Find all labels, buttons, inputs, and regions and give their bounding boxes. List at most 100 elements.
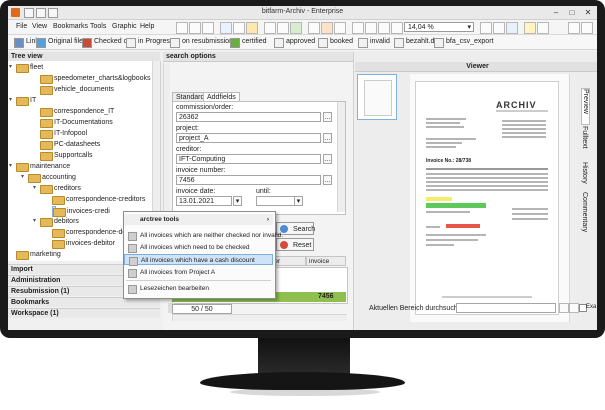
scan-icon[interactable] [290, 22, 302, 34]
filter-4[interactable]: on resubmission [170, 37, 233, 48]
reset-icon [280, 241, 288, 249]
filter-6[interactable]: approved [274, 37, 315, 48]
folder-icon [40, 119, 53, 128]
hand-tool-icon[interactable] [233, 22, 245, 34]
help-icon[interactable] [581, 22, 593, 34]
filter-8[interactable]: invalid [358, 37, 390, 48]
search-left-scrollbar[interactable] [163, 63, 170, 213]
user-icon[interactable] [568, 22, 580, 34]
reset-button-label: Reset [293, 242, 312, 249]
context-item-cash-discount[interactable]: All invoices which have a cash discount [124, 254, 273, 266]
addfields-scrollbar[interactable] [337, 102, 345, 212]
filter-checkbox-icon [318, 38, 328, 48]
mail-icon[interactable] [321, 22, 333, 34]
export-icon[interactable] [334, 22, 346, 34]
menu-view[interactable]: View [32, 23, 47, 30]
thumbnail-icon[interactable] [506, 22, 518, 34]
filter-7[interactable]: booked [318, 37, 353, 48]
viewer-search-prev-icon[interactable] [559, 303, 569, 313]
page-prev-icon[interactable] [480, 22, 492, 34]
tab-history[interactable]: History [581, 162, 588, 190]
menu-bookmarks[interactable]: Bookmarks [53, 23, 88, 30]
rotate-right-icon[interactable] [277, 22, 289, 34]
page-next-icon[interactable] [493, 22, 505, 34]
viewer-search-input[interactable] [456, 303, 556, 313]
zoom-out-icon[interactable] [352, 22, 364, 34]
context-item-unchecked[interactable]: All invoices which are neither checked n… [124, 230, 283, 241]
viewer-scrollbar[interactable] [569, 74, 577, 322]
filter-3[interactable]: in Progress [126, 37, 173, 48]
filter-label: bfa_csv_export [446, 38, 494, 45]
nav-first-icon[interactable] [176, 22, 188, 34]
invoice-date-dropdown[interactable]: ▾ [233, 196, 242, 206]
menu-graphic[interactable]: Graphic [112, 23, 137, 30]
expand-toggle-icon[interactable]: ▾ [9, 162, 12, 171]
rotate-left-icon[interactable] [264, 22, 276, 34]
print-icon[interactable] [308, 22, 320, 34]
commission-input[interactable]: 26362 [176, 112, 321, 122]
filter-5[interactable]: certified [230, 37, 267, 48]
until-dropdown[interactable]: ▾ [294, 196, 303, 206]
filter-10[interactable]: bfa_csv_export [434, 37, 494, 48]
menu-help[interactable]: Help [140, 23, 154, 30]
filter-bar: Links Original file Checked out in Progress… [8, 35, 597, 50]
bookmark-icon [128, 232, 137, 241]
page-thumbnail[interactable] [357, 74, 397, 120]
commission-picker-button[interactable]: … [323, 112, 332, 122]
context-divider [126, 280, 271, 281]
select-tool-icon[interactable] [220, 22, 232, 34]
zoom-in-icon[interactable] [365, 22, 377, 34]
filter-9[interactable]: bezahlt.de [394, 37, 438, 48]
annotate-icon[interactable] [246, 22, 258, 34]
creditor-input[interactable]: IFT-Computing [176, 154, 321, 164]
fit-width-icon[interactable] [391, 22, 403, 34]
context-item-label: All invoices which need to be checked [140, 244, 250, 251]
grid-hscrollbar[interactable] [172, 314, 347, 321]
creditor-picker-button[interactable]: … [323, 154, 332, 164]
zoom-select[interactable]: 14,04 % ▾ [404, 22, 474, 32]
context-item-to-check[interactable]: All invoices which need to be checked [124, 242, 273, 253]
tree-node-label: debitors [54, 218, 79, 225]
tree-node[interactable]: invoices-credi [52, 206, 110, 217]
tree-node-label: Supportcalls [54, 152, 93, 159]
menu-file[interactable]: File [16, 23, 27, 30]
minimize-button[interactable]: – [548, 7, 564, 18]
project-input[interactable]: project_A [176, 133, 321, 143]
lightbulb-icon[interactable] [524, 22, 536, 34]
tree-node-label: maintenance [30, 163, 71, 170]
invoice-number-picker-button[interactable]: … [323, 175, 332, 185]
nav-prev-icon[interactable] [189, 22, 201, 34]
expand-toggle-icon[interactable]: ▾ [21, 173, 24, 182]
filter-label: certified [242, 38, 267, 45]
menu-tools[interactable]: Tools [90, 23, 106, 30]
tab-preview[interactable]: Preview [581, 88, 590, 125]
filter-1[interactable]: Original file [36, 37, 83, 48]
filter-label: on resubmission [182, 38, 233, 45]
expand-toggle-icon[interactable]: ▾ [33, 217, 36, 226]
maximize-button[interactable]: □ [564, 7, 580, 18]
folder-icon [16, 64, 29, 73]
fit-page-icon[interactable] [378, 22, 390, 34]
context-item-label: All invoices which are neither checked n… [140, 232, 284, 239]
menu-bar: File View Bookmarks Tools Graphic Help 1… [8, 20, 597, 35]
close-button[interactable]: ✕ [580, 7, 596, 18]
invoice-date-input[interactable]: 13.01.2021 [176, 196, 232, 206]
bookmark-icon [129, 257, 138, 266]
filter-checkbox-icon [170, 38, 180, 48]
folder-icon [16, 97, 29, 106]
accordion-section[interactable]: Workspace (1) [8, 308, 160, 318]
project-picker-button[interactable]: … [323, 133, 332, 143]
grid-header-invoice-number[interactable]: invoice number [306, 256, 346, 274]
context-item-edit-bookmarks[interactable]: Lesezeichen bearbeiten [124, 283, 273, 294]
nav-next-icon[interactable] [202, 22, 214, 34]
tab-commentary[interactable]: Commentary [581, 192, 588, 238]
settings-icon[interactable] [537, 22, 549, 34]
invoice-number-input[interactable]: 7456 [176, 175, 321, 185]
folder-icon [40, 141, 53, 150]
context-item-project-a[interactable]: All invoices from Project A [124, 267, 273, 278]
viewer-search-next-icon[interactable] [569, 303, 579, 313]
tab-fulltext[interactable]: Fulltext [581, 126, 588, 160]
expand-toggle-icon[interactable]: ▾ [33, 184, 36, 193]
expand-toggle-icon[interactable]: ▾ [9, 63, 12, 72]
expand-toggle-icon[interactable]: ▾ [9, 96, 12, 105]
